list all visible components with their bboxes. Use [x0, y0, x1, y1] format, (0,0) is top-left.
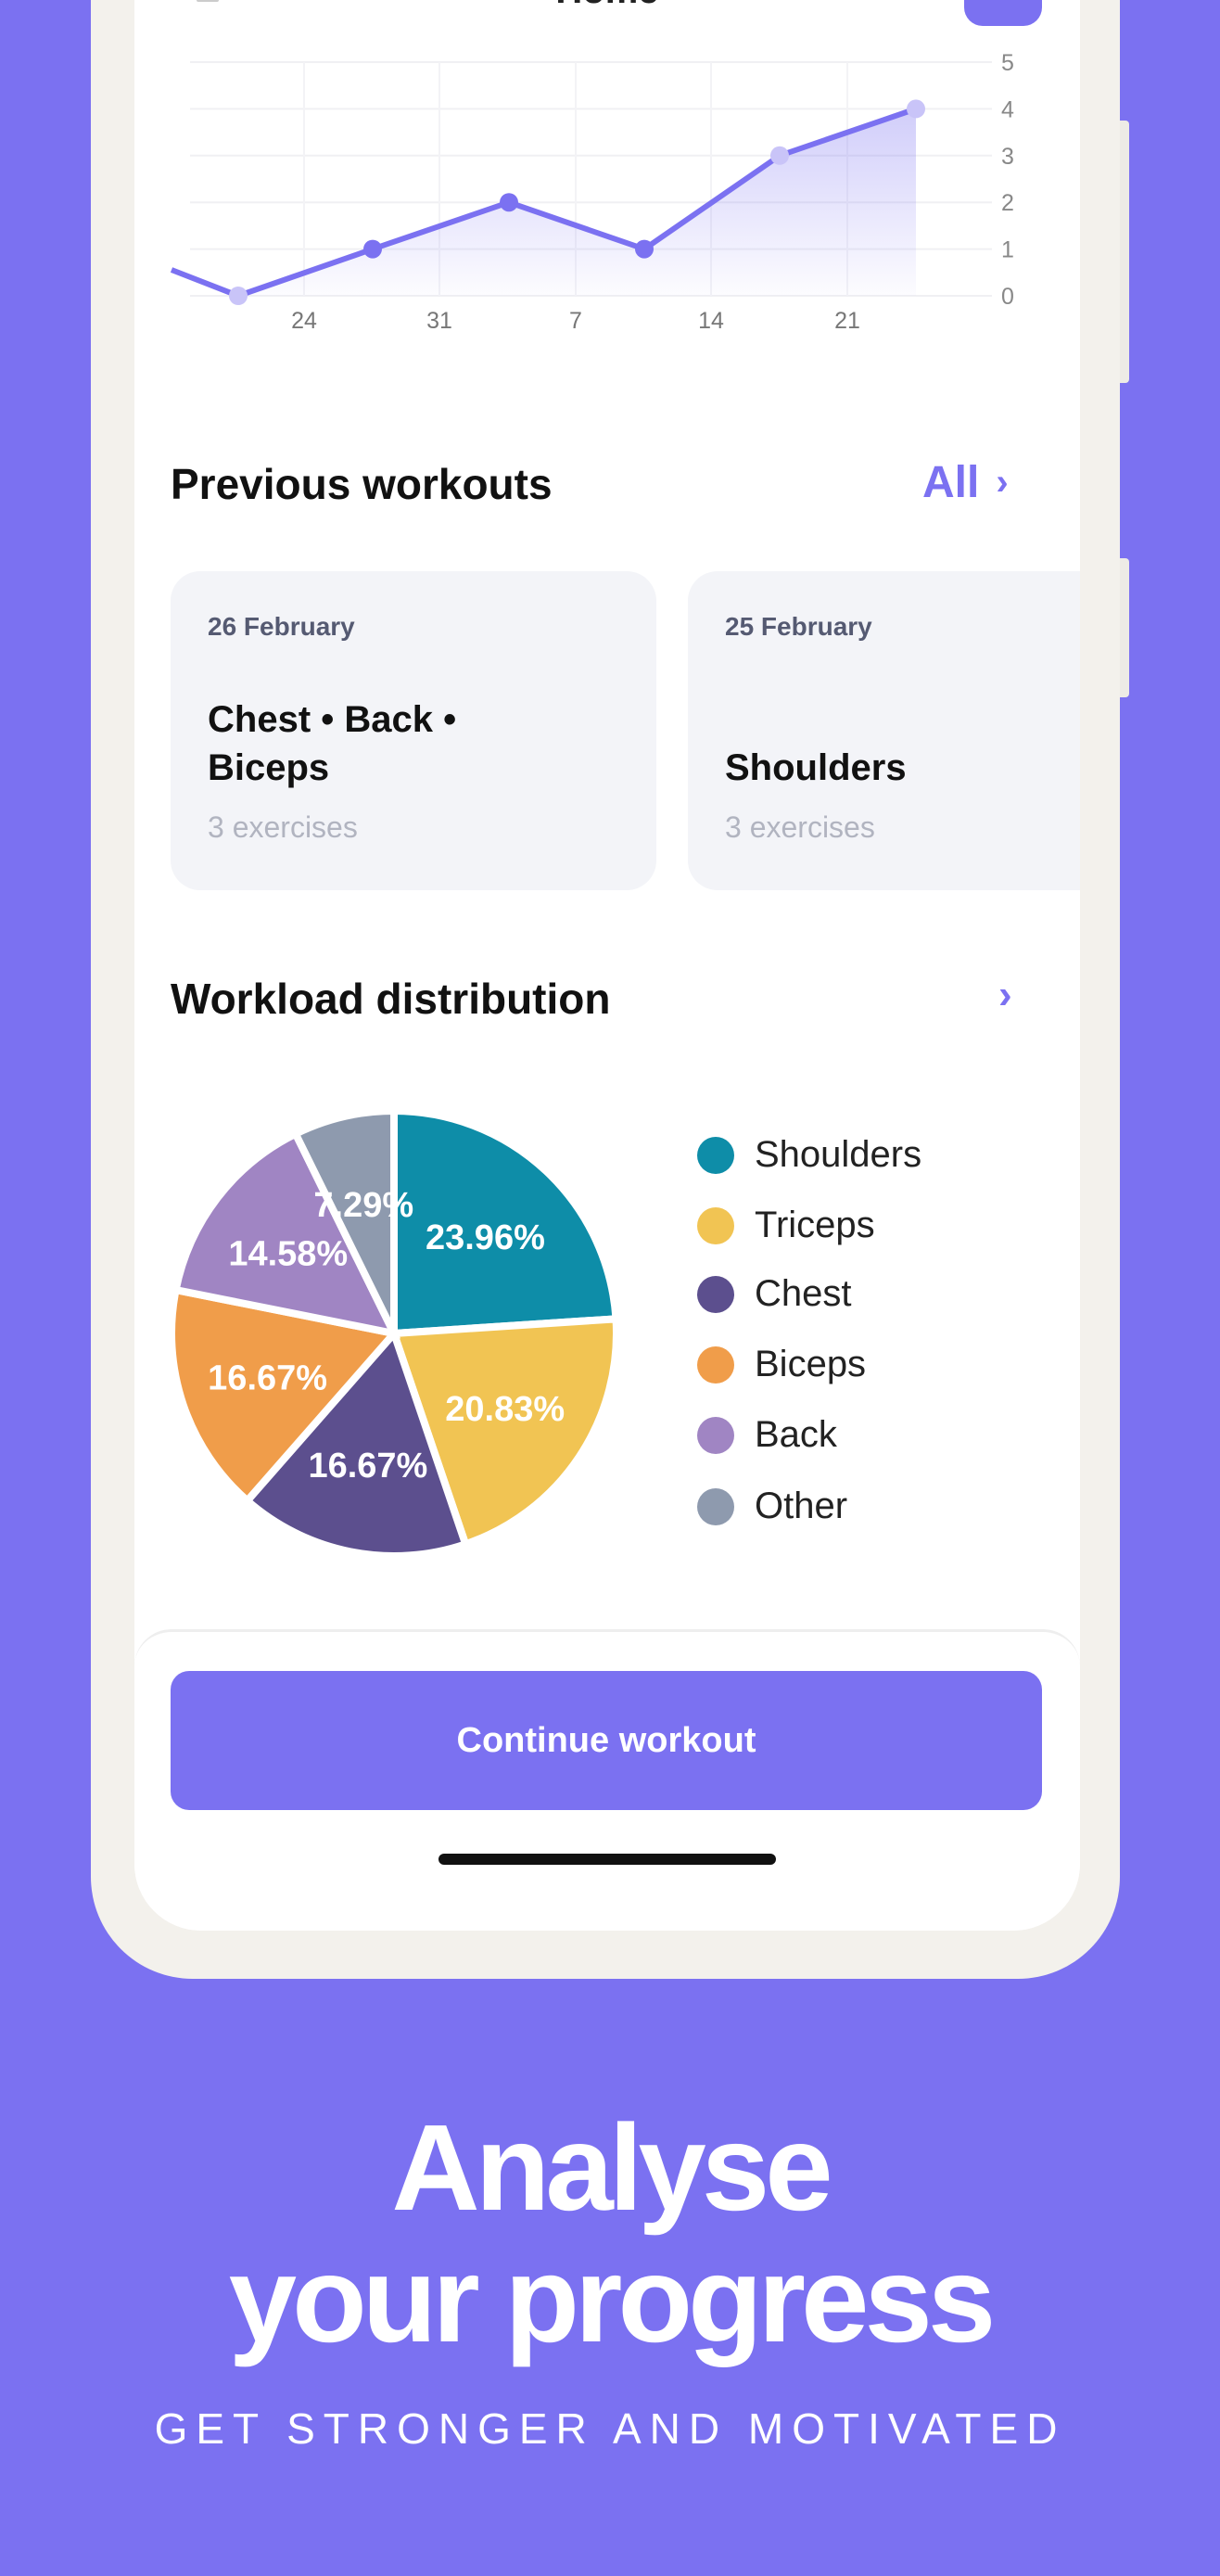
- workload-title: Workload distribution: [171, 975, 611, 1023]
- y-tick-label: 2: [1001, 190, 1014, 216]
- pie-label: 16.67%: [208, 1358, 327, 1397]
- x-tick-day: 31: [426, 308, 452, 334]
- legend-label: Other: [755, 1486, 848, 1526]
- data-point: [770, 146, 789, 165]
- legend-dot: [697, 1345, 734, 1384]
- previous-workouts-title: Previous workouts: [171, 460, 553, 508]
- legend-label: Biceps: [755, 1344, 867, 1384]
- legend-item: Biceps: [697, 1344, 866, 1385]
- y-tick-label: 0: [1001, 284, 1014, 310]
- legend-label: Back: [755, 1414, 837, 1455]
- x-tick-day: 24: [291, 308, 317, 334]
- phone-side-button: [1120, 558, 1129, 697]
- phone-side-button: [1120, 121, 1129, 383]
- data-point: [907, 99, 925, 119]
- pie-label: 23.96%: [426, 1218, 545, 1257]
- y-tick-label: 1: [1001, 237, 1014, 263]
- workload-pie-chart: 23.96% 20.83% 16.67% 16.67% 14.58% 7.29%: [168, 1106, 620, 1560]
- promo-subtitle: GET STRONGER AND MOTIVATED: [154, 2404, 1066, 2453]
- data-point: [635, 239, 654, 259]
- chevron-right-icon[interactable]: ›: [998, 972, 1012, 1018]
- pie-label: 7.29%: [313, 1186, 413, 1225]
- all-workouts-link[interactable]: All ›: [922, 457, 1009, 508]
- y-tick-label: 3: [1001, 144, 1014, 170]
- data-point: [500, 193, 518, 212]
- legend-item: Other: [697, 1486, 847, 1527]
- workout-name: Chest • Back • Biceps: [208, 699, 457, 788]
- workout-card[interactable]: 26 February Chest • Back • Biceps 3 exer…: [171, 571, 656, 890]
- legend-dot: [697, 1206, 734, 1244]
- bottom-panel: Continue workout: [134, 1629, 1080, 1931]
- y-tick-label: 4: [1001, 96, 1014, 122]
- legend-item: Chest: [697, 1273, 852, 1315]
- data-point: [229, 287, 248, 305]
- phone-screen: Home 01234524Jan31Jan7Feb14Feb21Feb Prev…: [134, 0, 1080, 1931]
- pie-label: 16.67%: [308, 1447, 427, 1486]
- legend-dot: [697, 1136, 734, 1174]
- workout-name: Shoulders: [725, 747, 907, 788]
- pie-label: 14.58%: [228, 1234, 348, 1273]
- pie-label: 20.83%: [445, 1390, 565, 1429]
- chevron-right-icon: ›: [996, 462, 1009, 503]
- x-tick-day: 7: [569, 308, 582, 334]
- progress-line-chart: 01234524Jan31Jan7Feb14Feb21Feb: [170, 50, 1014, 334]
- promo-headline-1: Analyse: [391, 2099, 832, 2236]
- workout-count: 3 exercises: [208, 810, 358, 844]
- workout-date: 25 February: [725, 612, 872, 641]
- x-tick-day: 21: [834, 308, 860, 334]
- legend-item: Shoulders: [697, 1134, 921, 1176]
- workout-card[interactable]: 25 February Shoulders 3 exercises: [688, 571, 1080, 890]
- x-tick-day: 14: [698, 308, 724, 334]
- home-indicator: [438, 1854, 776, 1865]
- legend-dot: [697, 1487, 734, 1525]
- legend-label: Chest: [755, 1273, 852, 1314]
- legend-dot: [697, 1275, 734, 1313]
- workout-date: 26 February: [208, 612, 355, 641]
- legend-label: Shoulders: [755, 1134, 922, 1175]
- legend-item: Triceps: [697, 1205, 875, 1246]
- all-label: All: [922, 458, 980, 507]
- continue-workout-button[interactable]: Continue workout: [171, 1671, 1042, 1810]
- y-tick-label: 5: [1001, 50, 1014, 76]
- promo-headline-2: your progress: [228, 2231, 997, 2367]
- legend-label: Triceps: [755, 1205, 875, 1245]
- workout-count: 3 exercises: [725, 810, 875, 844]
- data-point: [363, 239, 382, 259]
- legend-item: Back: [697, 1414, 837, 1456]
- legend-dot: [697, 1416, 734, 1454]
